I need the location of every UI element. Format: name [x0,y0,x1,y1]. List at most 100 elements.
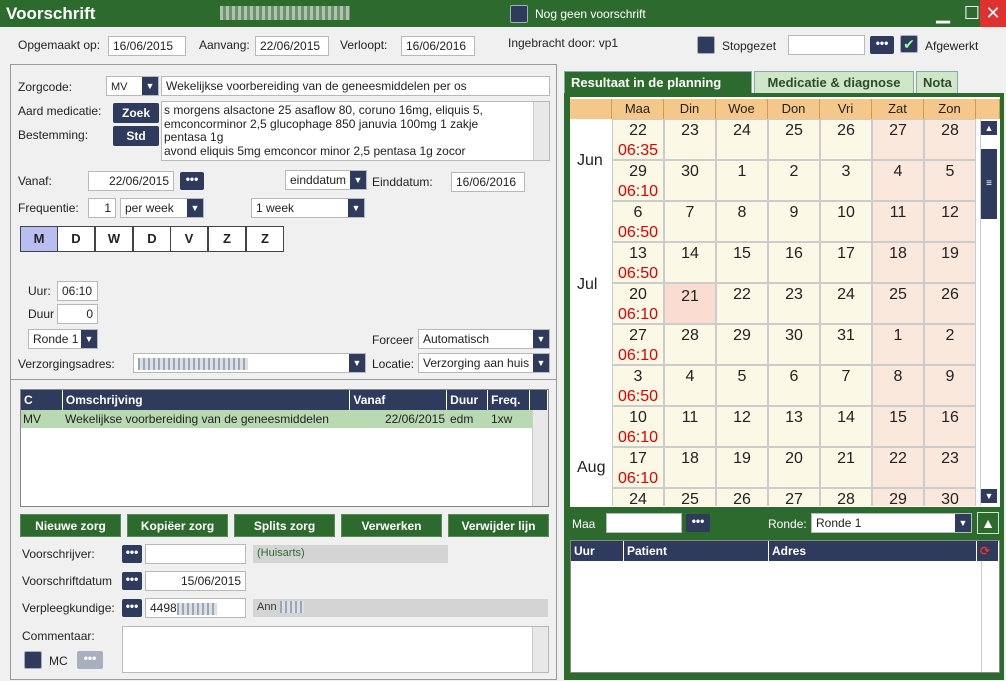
close-icon[interactable]: ✕ [980,0,1006,27]
calendar-day-cell[interactable]: 4 [872,160,924,201]
splits-zorg-button[interactable]: Splits zorg [234,514,335,537]
nieuwe-zorg-button[interactable]: Nieuwe zorg [20,514,121,537]
calendar-day-cell[interactable]: 22 06:35 [612,119,664,160]
calendar-day-cell[interactable]: 5 [716,365,768,406]
verwerken-button[interactable]: Verwerken [341,514,442,537]
calendar-day-cell[interactable]: 15 [716,242,768,283]
verzorgingsadres-select[interactable]: ▼ [133,353,366,373]
calendar-day-cell[interactable]: 19 [716,447,768,488]
calendar-day-cell[interactable]: 3 06:50 [612,365,664,406]
calendar-day-cell[interactable]: 5 [924,160,976,201]
einddatum-field[interactable]: 16/06/2016 [451,172,525,192]
calendar-day-cell[interactable]: 30 [768,324,820,365]
calendar-day-cell[interactable]: 23 [768,283,820,324]
collapse-up-icon[interactable]: ▲ [977,512,999,534]
calendar-day-cell[interactable]: 7 [820,365,872,406]
day-toggle-wednesday[interactable]: W [95,226,133,252]
maa-more-button[interactable]: ••• [686,514,710,532]
calendar-day-cell[interactable]: 26 [924,283,976,324]
calendar-day-cell[interactable]: 24 [612,488,664,506]
calendar-day-cell[interactable]: 4 [664,365,716,406]
day-toggle-sunday[interactable]: Z [246,226,284,252]
forceer-select[interactable]: Automatisch ▼ [418,329,550,349]
opgemaakt-field[interactable]: 16/06/2015 [108,36,186,56]
column-header-duur[interactable]: Duur [447,390,489,410]
verloopt-field[interactable]: 16/06/2016 [401,36,475,56]
calendar-day-cell[interactable]: 24 [820,283,872,324]
zorgcode-select[interactable]: MV ▼ [106,76,159,96]
calendar-day-cell[interactable]: 17 06:10 [612,447,664,488]
column-header-patient[interactable]: Patient [624,541,769,561]
scroll-thumb[interactable]: ≡ [981,149,997,219]
calendar-day-cell[interactable]: 30 [924,488,976,506]
calendar-day-cell[interactable]: 30 [664,160,716,201]
voorschriftdatum-field[interactable]: 15/06/2015 [145,571,246,591]
planning-scrollbar[interactable] [981,561,997,672]
day-toggle-saturday[interactable]: Z [208,226,246,252]
calendar-day-cell[interactable]: 28 [664,324,716,365]
tab-nota[interactable]: Nota [916,71,958,94]
calendar-day-cell[interactable]: 1 [872,324,924,365]
calendar-day-cell[interactable]: 10 06:10 [612,406,664,447]
calendar-day-cell[interactable]: 27 [768,488,820,506]
calendar-day-cell[interactable]: 25 [664,488,716,506]
std-button[interactable]: Std [113,126,159,146]
column-header-c[interactable]: C [21,390,63,410]
calendar-day-cell[interactable]: 29 [872,488,924,506]
calendar-day-cell[interactable]: 23 [924,447,976,488]
calendar-day-cell[interactable]: 17 [820,242,872,283]
calendar-day-cell[interactable]: 3 [820,160,872,201]
mc-more-button[interactable]: ••• [77,651,103,669]
calendar-day-cell[interactable]: 20 [768,447,820,488]
medication-textarea[interactable]: s morgens alsactone 25 asaflow 80, corun… [161,101,550,161]
calendar-day-cell[interactable]: 27 [872,119,924,160]
calendar-day-cell[interactable]: 14 [820,406,872,447]
table-row[interactable]: MV Wekelijkse voorbereiding van de genee… [21,410,548,428]
medication-scrollbar[interactable] [533,102,549,160]
calendar-day-cell[interactable]: 22 [872,447,924,488]
calendar-day-cell[interactable]: 20 06:10 [612,283,664,324]
mc-checkbox[interactable] [24,651,42,669]
calendar-day-cell[interactable]: 16 [924,406,976,447]
refresh-icon[interactable]: ⟳ [977,541,999,561]
calendar-day-cell[interactable]: 29 06:10 [612,160,664,201]
ronde-select[interactable]: Ronde 1 ▼ [28,329,98,349]
calendar-day-cell[interactable]: 11 [664,406,716,447]
tab-medicatie[interactable]: Medicatie & diagnose [754,71,914,94]
planning-ronde-select[interactable]: Ronde 1 ▼ [811,513,972,533]
per-select[interactable]: per week ▼ [120,198,204,218]
calendar-day-cell[interactable]: 12 [716,406,768,447]
column-header-adres[interactable]: Adres [769,541,977,561]
calendar-day-cell[interactable]: 26 [820,119,872,160]
calendar-day-cell[interactable]: 28 [820,488,872,506]
verwijder-lijn-button[interactable]: Verwijder lijn [448,514,549,537]
calendar-day-cell[interactable]: 29 [716,324,768,365]
day-toggle-monday[interactable]: M [20,226,58,252]
calendar-day-cell[interactable]: 18 [664,447,716,488]
calendar-day-cell[interactable]: 31 [820,324,872,365]
calendar-day-cell[interactable]: 21 [664,283,716,324]
calendar-day-cell[interactable]: 8 [716,201,768,242]
calendar-day-cell[interactable]: 8 [872,365,924,406]
einddatum-select[interactable]: einddatum ▼ [285,170,367,190]
calendar-day-cell[interactable]: 24 [716,119,768,160]
calendar-day-cell[interactable]: 21 [820,447,872,488]
vanaf-field[interactable]: 22/06/2015 [88,171,174,191]
calendar-day-cell[interactable]: 6 06:50 [612,201,664,242]
column-header-omschrijving[interactable]: Omschrijving [62,390,351,410]
calendar-day-cell[interactable]: 1 [716,160,768,201]
commentaar-scrollbar[interactable] [532,627,548,672]
voorschriftdatum-more-button[interactable]: ••• [122,572,142,590]
locatie-select[interactable]: Verzorging aan huis ▼ [418,353,550,373]
uur-field[interactable]: 06:10 [57,281,98,301]
kopieer-zorg-button[interactable]: Kopiëer zorg [127,514,228,537]
verpleegkundige-more-button[interactable]: ••• [122,599,142,617]
aanvang-field[interactable]: 22/06/2015 [255,36,329,56]
care-table-scrollbar[interactable] [532,410,548,506]
commentaar-textarea[interactable] [122,626,549,673]
calendar-day-cell[interactable]: 19 [924,242,976,283]
calendar-day-cell[interactable]: 15 [872,406,924,447]
vanaf-more-button[interactable]: ••• [180,172,204,190]
scroll-down-icon[interactable]: ▼ [981,489,997,503]
calendar-day-cell[interactable]: 26 [716,488,768,506]
